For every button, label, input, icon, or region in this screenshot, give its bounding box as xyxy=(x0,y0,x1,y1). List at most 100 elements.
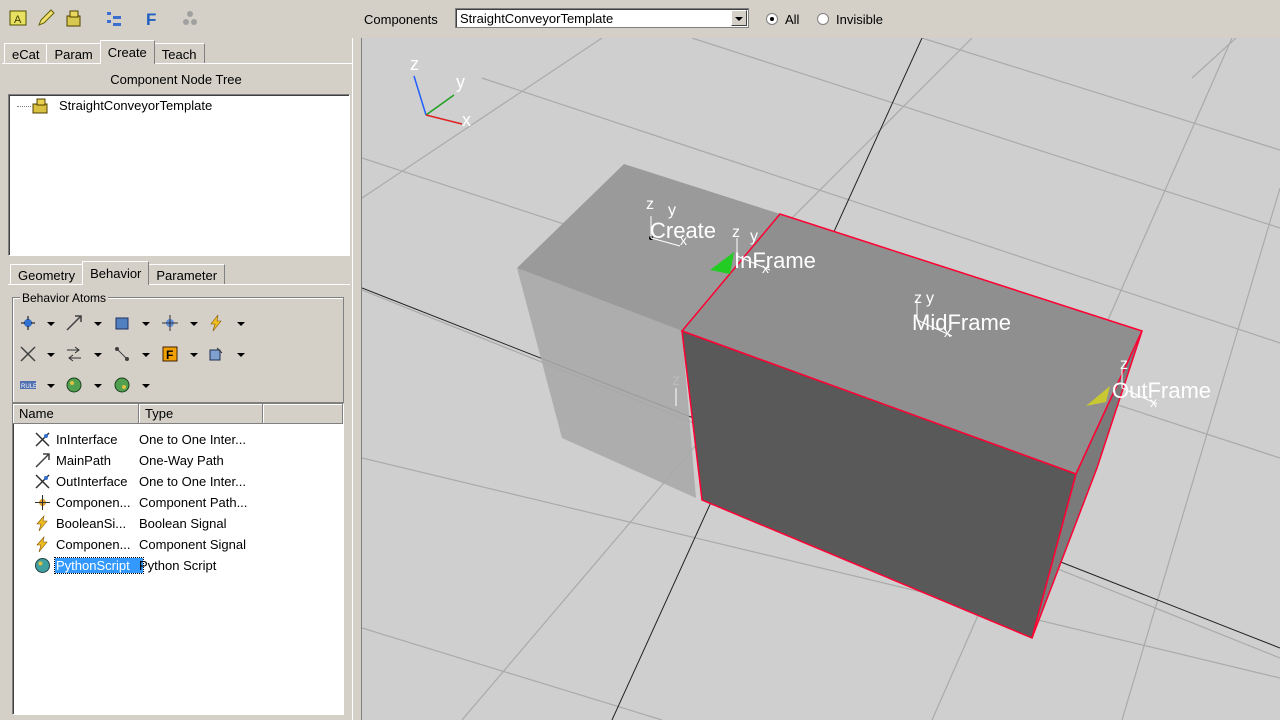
function-f-icon[interactable]: F xyxy=(140,6,164,30)
connector-atom-icon[interactable] xyxy=(18,344,38,364)
list-item-selected[interactable]: PythonScript Python Script xyxy=(33,555,216,575)
row-name: InInterface xyxy=(56,431,118,447)
list-item[interactable]: InInterface One to One Inter... xyxy=(33,429,246,449)
node-tree-title: Component Node Tree xyxy=(110,72,242,87)
column-header-type[interactable]: Type xyxy=(139,404,263,424)
interface-icon xyxy=(33,472,51,490)
outframe-label[interactable]: OutFrame xyxy=(1112,378,1211,404)
sensor-atom-icon[interactable] xyxy=(160,313,180,333)
f-script-atom-dropdown[interactable] xyxy=(190,353,198,357)
python-script-atom-icon[interactable] xyxy=(112,375,132,395)
behavior-atoms-label: Behavior Atoms xyxy=(20,291,109,305)
python-atom-dropdown[interactable] xyxy=(94,384,102,388)
container-atom-dropdown[interactable] xyxy=(142,322,150,326)
midframe-y-label: y xyxy=(926,290,934,307)
component-select[interactable]: StraightConveyorTemplate xyxy=(455,8,749,28)
molecule-icon[interactable] xyxy=(178,6,202,30)
radio-invisible[interactable] xyxy=(817,13,829,25)
route-atom-icon[interactable] xyxy=(112,344,132,364)
column-header-name[interactable]: Name xyxy=(13,404,139,424)
tab-ecat[interactable]: eCat xyxy=(4,43,48,64)
row-type: Component Path... xyxy=(139,494,248,510)
path-atom-dropdown[interactable] xyxy=(94,322,102,326)
list-item[interactable]: Componen... Component Path... xyxy=(33,492,247,512)
list-item[interactable]: MainPath One-Way Path xyxy=(33,450,224,470)
inframe-y-label: y xyxy=(750,228,758,245)
list-item[interactable]: Componen... Component Signal xyxy=(33,534,246,554)
path-icon xyxy=(33,451,51,469)
tree-icon[interactable] xyxy=(102,6,126,30)
outframe-z-label: z xyxy=(1120,356,1128,373)
row-type: Boolean Signal xyxy=(139,515,227,531)
inframe-z-label: z xyxy=(732,224,740,241)
tab-create[interactable]: Create xyxy=(99,40,155,64)
row-name: BooleanSi... xyxy=(56,515,127,531)
radio-all[interactable] xyxy=(766,13,778,25)
component-path-icon xyxy=(33,493,51,511)
radio-all-label[interactable]: All xyxy=(785,12,799,27)
transfer-atom-dropdown[interactable] xyxy=(94,353,102,357)
midframe-label[interactable]: MidFrame xyxy=(912,310,1011,336)
tab-geometry[interactable]: Geometry xyxy=(10,264,84,285)
create-frame-label[interactable]: Create xyxy=(650,218,716,244)
create-z-label: z xyxy=(646,196,654,213)
inframe-label[interactable]: InFrame xyxy=(734,248,816,274)
triad-y-label: y xyxy=(456,72,465,92)
tab-behavior[interactable]: Behavior xyxy=(82,261,150,285)
signal-bolt-icon xyxy=(33,514,51,532)
row-name: MainPath xyxy=(56,452,111,468)
container-atom-icon[interactable] xyxy=(112,313,132,333)
row-type: One to One Inter... xyxy=(139,431,246,447)
list-item[interactable]: OutInterface One to One Inter... xyxy=(33,471,246,491)
component-select-value: StraightConveyorTemplate xyxy=(460,11,614,26)
interface-atom-dropdown[interactable] xyxy=(47,322,55,326)
node-tree-panel: StraightConveyorTemplate xyxy=(8,94,350,256)
viewport-header: Components StraightConveyorTemplate All … xyxy=(352,0,1280,38)
servo-atom-dropdown[interactable] xyxy=(237,353,245,357)
row-type: One-Way Path xyxy=(139,452,224,468)
python-atom-icon[interactable] xyxy=(64,375,84,395)
row-name: OutInterface xyxy=(56,473,128,489)
tab-param[interactable]: Param xyxy=(46,43,101,64)
component-icon[interactable]: A xyxy=(6,6,30,30)
interface-icon xyxy=(33,430,51,448)
row-type: One to One Inter... xyxy=(139,473,246,489)
python-script-atom-dropdown[interactable] xyxy=(142,384,150,388)
f-script-atom-icon[interactable]: F xyxy=(160,344,180,364)
triad-x-label: x xyxy=(462,110,471,130)
main-tabs: eCat Param Create Teach xyxy=(4,40,205,64)
connector-atom-dropdown[interactable] xyxy=(47,353,55,357)
triad-z-label: z xyxy=(410,54,419,74)
rule-atom-icon[interactable]: RULE xyxy=(18,375,38,395)
3d-viewport[interactable]: z y x z y x Create z y x InFrame z y x M… xyxy=(362,38,1280,720)
components-label: Components xyxy=(364,12,438,27)
route-atom-dropdown[interactable] xyxy=(142,353,150,357)
ghost-z-label: z xyxy=(672,372,680,389)
radio-invisible-label[interactable]: Invisible xyxy=(836,12,883,27)
sub-tab-divider xyxy=(8,284,350,285)
servo-atom-icon[interactable] xyxy=(206,344,226,364)
signal-atom-icon[interactable] xyxy=(206,313,226,333)
midframe-z-label: z xyxy=(914,290,922,307)
row-name: Componen... xyxy=(56,536,131,552)
tab-parameter[interactable]: Parameter xyxy=(148,264,226,285)
robot-icon[interactable] xyxy=(62,6,86,30)
rule-atom-dropdown[interactable] xyxy=(47,384,55,388)
signal-bolt-icon xyxy=(33,535,51,553)
conveyor-node-icon xyxy=(31,97,51,115)
path-atom-icon[interactable] xyxy=(64,313,84,333)
sensor-atom-dropdown[interactable] xyxy=(190,322,198,326)
signal-atom-dropdown[interactable] xyxy=(237,322,245,326)
svg-text:A: A xyxy=(14,14,22,26)
behavior-list: Name Type InInterface One to One Inter..… xyxy=(12,403,344,715)
tab-teach[interactable]: Teach xyxy=(153,43,205,64)
column-header-empty xyxy=(263,404,343,424)
chevron-down-icon[interactable] xyxy=(731,10,747,26)
list-item[interactable]: BooleanSi... Boolean Signal xyxy=(33,513,226,533)
python-icon xyxy=(33,556,51,574)
panel-splitter[interactable] xyxy=(352,0,362,720)
interface-atom-icon[interactable] xyxy=(18,313,38,333)
pencil-icon[interactable] xyxy=(34,6,58,30)
transfer-atom-icon[interactable] xyxy=(64,344,84,364)
tree-root-item[interactable]: StraightConveyorTemplate xyxy=(59,98,212,113)
